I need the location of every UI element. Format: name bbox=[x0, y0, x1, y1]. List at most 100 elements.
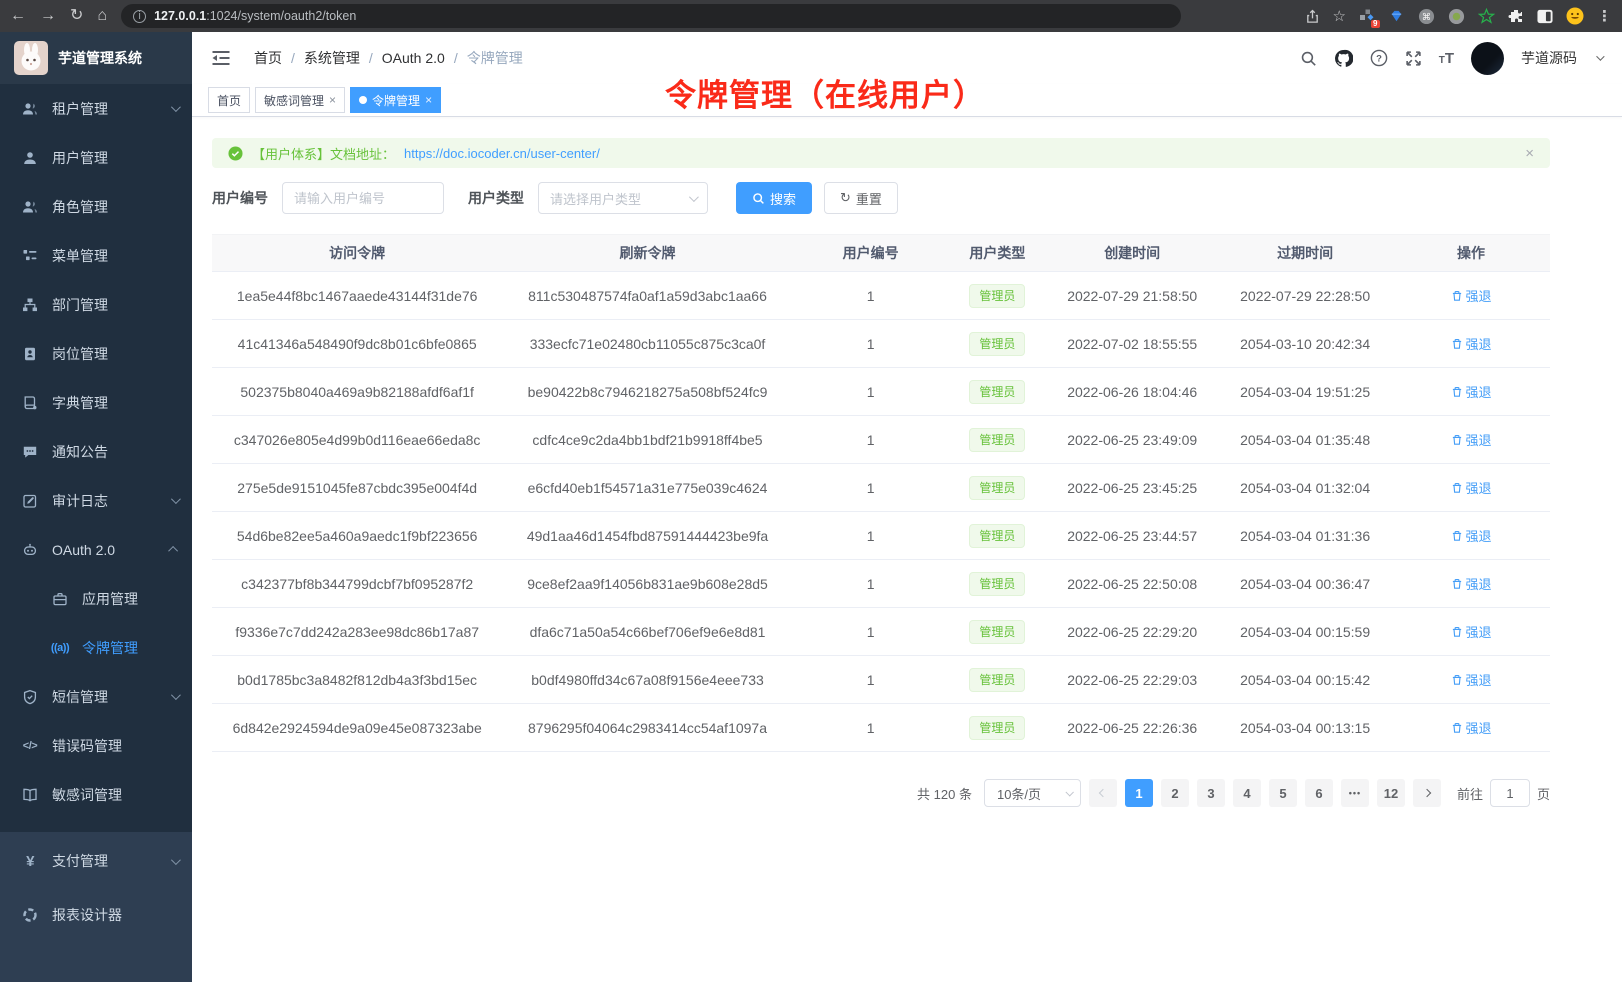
share-icon[interactable] bbox=[1305, 9, 1320, 24]
reset-button-label: 重置 bbox=[856, 189, 882, 208]
sidebar-item-report-designer[interactable]: 报表设计器 bbox=[0, 888, 192, 942]
help-icon[interactable]: ? bbox=[1370, 49, 1388, 67]
trash-icon bbox=[1451, 578, 1463, 590]
sidebar-item-user[interactable]: 用户管理 bbox=[0, 133, 192, 182]
dot-extension-icon[interactable] bbox=[1448, 8, 1465, 25]
font-size-icon[interactable]: TT bbox=[1439, 50, 1454, 67]
fullscreen-icon[interactable] bbox=[1405, 50, 1422, 67]
sidebar-item-oauth2[interactable]: OAuth 2.0 bbox=[0, 525, 192, 574]
chevron-down-icon bbox=[171, 494, 181, 504]
tab-home[interactable]: 首页 bbox=[208, 87, 250, 113]
trash-icon bbox=[1451, 530, 1463, 542]
doc-alert: 【用户体系】文档地址： https://doc.iocoder.cn/user-… bbox=[212, 138, 1550, 168]
page-button-5[interactable]: 5 bbox=[1269, 779, 1297, 807]
goto-label: 前往 bbox=[1457, 784, 1483, 803]
cell-expires: 2054-03-04 01:31:36 bbox=[1218, 512, 1392, 560]
user-id-input[interactable] bbox=[282, 182, 444, 214]
table-row: 1ea5e44f8bc1467aaede43144f31de76 811c530… bbox=[212, 272, 1550, 320]
force-logout-button[interactable]: 强退 bbox=[1451, 526, 1492, 545]
search-button[interactable]: 搜索 bbox=[736, 182, 812, 214]
sidebar-item-dict[interactable]: 字典管理 bbox=[0, 378, 192, 427]
cell-refresh-token: 9ce8ef2aa9f14056b831ae9b608e28d5 bbox=[502, 560, 792, 608]
page-ellipsis[interactable]: ••• bbox=[1341, 779, 1369, 807]
sidebar-item-menu[interactable]: 菜单管理 bbox=[0, 231, 192, 280]
sidebar-item-pay[interactable]: ¥ 支付管理 bbox=[0, 834, 192, 888]
force-logout-button[interactable]: 强退 bbox=[1451, 430, 1492, 449]
sidebar-item-tenant[interactable]: 租户管理 bbox=[0, 84, 192, 133]
sidebar-item-post[interactable]: 岗位管理 bbox=[0, 329, 192, 378]
table-row: c342377bf8b344799dcbf7bf095287f2 9ce8ef2… bbox=[212, 560, 1550, 608]
page-info-icon[interactable]: i bbox=[133, 10, 146, 23]
sidebar-item-audit-log[interactable]: 审计日志 bbox=[0, 476, 192, 525]
goto-suffix: 页 bbox=[1537, 784, 1550, 803]
breadcrumb-home[interactable]: 首页 bbox=[254, 48, 282, 68]
reload-icon[interactable]: ↻ bbox=[70, 8, 83, 24]
user-type-select[interactable]: 请选择用户类型 bbox=[538, 182, 708, 214]
sidebar-item-oauth2-app[interactable]: 应用管理 bbox=[0, 574, 192, 623]
page-button-6[interactable]: 6 bbox=[1305, 779, 1333, 807]
home-icon[interactable]: ⌂ bbox=[97, 8, 107, 24]
cell-expires: 2054-03-04 01:32:04 bbox=[1218, 464, 1392, 512]
sidebar-menu-bottom: ¥ 支付管理 报表设计器 bbox=[0, 832, 192, 982]
star-extension-icon[interactable] bbox=[1478, 8, 1495, 25]
reset-button[interactable]: ↻ 重置 bbox=[824, 182, 898, 214]
user-avatar[interactable] bbox=[1471, 42, 1504, 75]
force-logout-button[interactable]: 强退 bbox=[1451, 718, 1492, 737]
breadcrumb-system[interactable]: 系统管理 bbox=[304, 48, 360, 68]
user-type-tag: 管理员 bbox=[969, 284, 1025, 308]
browser-menu-icon[interactable]: ⋮ bbox=[1597, 9, 1612, 24]
forward-icon[interactable]: → bbox=[40, 8, 56, 24]
sidebar-item-role[interactable]: 角色管理 bbox=[0, 182, 192, 231]
extension-blocks-icon[interactable]: 9 bbox=[1359, 8, 1375, 24]
back-icon[interactable]: ← bbox=[10, 8, 26, 24]
username[interactable]: 芋道源码 bbox=[1521, 48, 1577, 68]
sidebar-item-oauth2-token[interactable]: ((a)) 令牌管理 bbox=[0, 623, 192, 672]
goto-page-input[interactable] bbox=[1490, 779, 1530, 807]
cell-access-token: 54d6be82ee5a460a9aedc1f9bf223656 bbox=[212, 512, 502, 560]
doc-link[interactable]: https://doc.iocoder.cn/user-center/ bbox=[404, 146, 600, 161]
force-logout-button[interactable]: 强退 bbox=[1451, 382, 1492, 401]
force-logout-button[interactable]: 强退 bbox=[1451, 574, 1492, 593]
yen-icon: ¥ bbox=[22, 853, 38, 869]
breadcrumb-oauth2[interactable]: OAuth 2.0 bbox=[382, 50, 445, 66]
sidebar-item-sms[interactable]: 短信管理 bbox=[0, 672, 192, 721]
close-icon[interactable]: × bbox=[329, 94, 336, 106]
tab-sensitive-word[interactable]: 敏感词管理× bbox=[255, 87, 345, 113]
tab-token[interactable]: 令牌管理× bbox=[350, 87, 441, 113]
puzzle-extensions-icon[interactable] bbox=[1508, 8, 1524, 24]
force-logout-button[interactable]: 强退 bbox=[1451, 478, 1492, 497]
force-logout-button[interactable]: 强退 bbox=[1451, 286, 1492, 305]
prev-page-button[interactable] bbox=[1089, 779, 1117, 807]
screen: ← → ↻ ⌂ i 127.0.0.1:1024/system/oauth2/t… bbox=[0, 0, 1622, 982]
page-button-2[interactable]: 2 bbox=[1161, 779, 1189, 807]
sidebar-item-notice[interactable]: 通知公告 bbox=[0, 427, 192, 476]
page-size-select[interactable]: 10条/页 bbox=[984, 779, 1081, 807]
sidebar-item-dept[interactable]: 部门管理 bbox=[0, 280, 192, 329]
sidebar-item-error-code[interactable]: </> 错误码管理 bbox=[0, 721, 192, 770]
page-button-12[interactable]: 12 bbox=[1377, 779, 1405, 807]
url-bar[interactable]: i 127.0.0.1:1024/system/oauth2/token bbox=[121, 4, 1181, 28]
close-icon[interactable]: × bbox=[1525, 145, 1534, 162]
command-extension-icon[interactable]: ⌘ bbox=[1418, 8, 1435, 25]
search-icon[interactable] bbox=[1300, 50, 1317, 67]
cell-user-id: 1 bbox=[793, 272, 949, 320]
table-row: b0d1785bc3a8482f812db4a3f3bd15ec b0df498… bbox=[212, 656, 1550, 704]
sidebar-fold-icon[interactable] bbox=[212, 50, 230, 66]
next-page-button[interactable] bbox=[1413, 779, 1441, 807]
force-logout-button[interactable]: 强退 bbox=[1451, 334, 1492, 353]
page-button-1[interactable]: 1 bbox=[1125, 779, 1153, 807]
cell-access-token: f9336e7c7dd242a283ee98dc86b17a87 bbox=[212, 608, 502, 656]
bookmark-star-icon[interactable]: ☆ bbox=[1333, 9, 1346, 24]
profile-avatar-icon[interactable] bbox=[1566, 7, 1584, 25]
shield-icon bbox=[22, 689, 38, 705]
page-button-4[interactable]: 4 bbox=[1233, 779, 1261, 807]
github-icon[interactable] bbox=[1334, 49, 1353, 68]
force-logout-button[interactable]: 强退 bbox=[1451, 670, 1492, 689]
sidebar-item-sensitive-word[interactable]: 敏感词管理 bbox=[0, 770, 192, 819]
close-icon[interactable]: × bbox=[425, 94, 432, 106]
force-logout-button[interactable]: 强退 bbox=[1451, 622, 1492, 641]
side-panel-icon[interactable] bbox=[1537, 9, 1553, 24]
page-button-3[interactable]: 3 bbox=[1197, 779, 1225, 807]
gem-extension-icon[interactable] bbox=[1388, 8, 1405, 25]
chevron-down-icon[interactable] bbox=[1596, 52, 1604, 60]
